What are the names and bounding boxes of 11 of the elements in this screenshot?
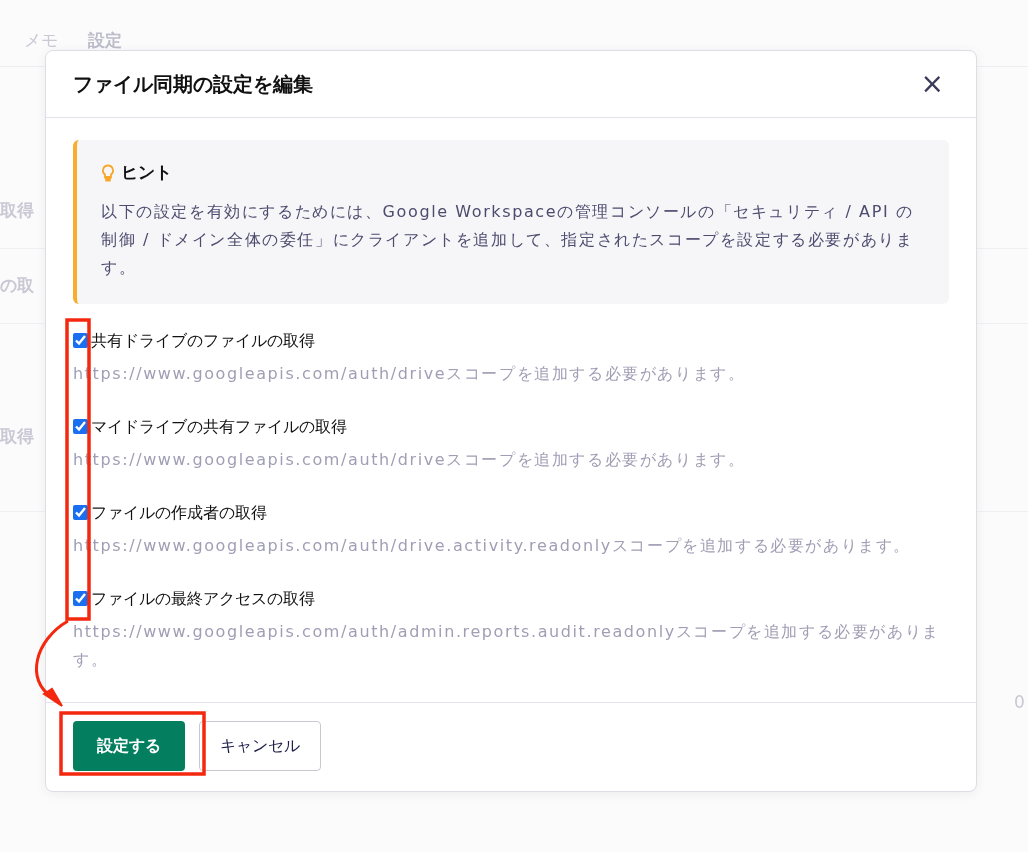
option-label: ファイルの最終アクセスの取得 — [91, 587, 315, 610]
close-button[interactable]: × — [916, 70, 948, 98]
dialog-title: ファイル同期の設定を編集 — [73, 72, 313, 96]
option-label: マイドライブの共有ファイルの取得 — [91, 415, 347, 438]
cancel-button[interactable]: キャンセル — [199, 720, 321, 771]
option-label: 共有ドライブのファイルの取得 — [91, 329, 315, 352]
hint-title: ヒント — [121, 161, 172, 184]
option-label: ファイルの作成者の取得 — [91, 501, 267, 524]
save-button[interactable]: 設定する — [73, 720, 185, 771]
hint-text: 以下の設定を有効にするためには、Google Workspaceの管理コンソールの「セキュリティ / API の制御 / ドメイン全体の委任」にクライアントを追加して、指定されたスコープを設定する必要があります。 — [101, 200, 915, 279]
option-description: https://www.googleapis.com/auth/admin.reports.audit.readonlyスコープを追加する必要があります。 — [73, 620, 941, 671]
